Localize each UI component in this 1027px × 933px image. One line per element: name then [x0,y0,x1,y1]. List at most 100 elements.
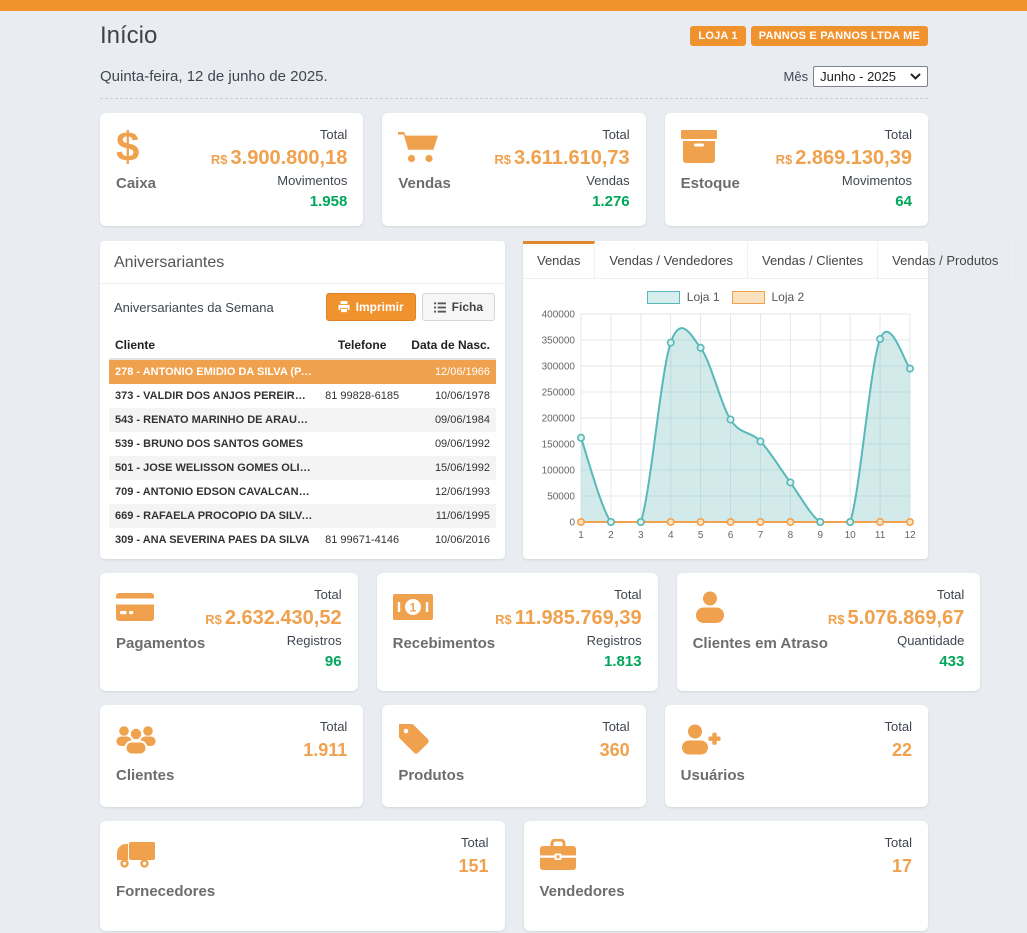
card-produtos[interactable]: Produtos Total 360 [382,705,645,807]
birthdate-cell: 09/06/1984 [405,408,496,432]
sub-value: 64 [776,191,912,214]
top-accent-bar [0,0,1027,11]
tab-vendas-vendedores[interactable]: Vendas / Vendedores [595,241,748,278]
svg-text:1: 1 [578,530,584,541]
sub-value: 433 [828,651,964,674]
total-label: Total [885,718,912,737]
credit-card-icon [116,586,205,628]
phone-cell [319,480,405,504]
month-label: Mês [784,69,809,84]
client-cell: 669 - RAFAELA PROCOPIO DA SILVA CA… [109,504,319,528]
svg-text:6: 6 [728,530,734,541]
svg-text:8: 8 [788,530,794,541]
card-fornecedores[interactable]: Fornecedores Total 151 [100,821,505,931]
page-title: Início [100,22,157,50]
sub-label: Registros [495,632,641,651]
svg-text:2: 2 [608,530,614,541]
store-badge: LOJA 1 [690,26,745,46]
sub-value: 1.276 [494,191,629,214]
total-label: Total [828,586,964,605]
print-button[interactable]: Imprimir [326,293,416,321]
total-value: R$5.076.869,67 [828,605,964,632]
card-usuarios[interactable]: Usuários Total 22 [665,705,928,807]
phone-cell [319,432,405,456]
month-select-value: Junho - 2025 [820,69,896,84]
box-icon [681,126,740,168]
table-row[interactable]: 669 - RAFAELA PROCOPIO DA SILVA CA… 11/06… [109,504,496,528]
birthdays-panel: Aniversariantes Aniversariantes da Seman… [100,241,505,559]
sub-value: 1.958 [211,191,347,214]
company-badge: PANNOS E PANNOS LTDA ME [751,26,928,46]
users-icon [116,718,174,760]
card-clientes-em-atraso[interactable]: Clientes em Atraso Total R$5.076.869,67 … [677,573,981,691]
sub-value: 96 [205,651,341,674]
dashboard: Início LOJA 1 PANNOS E PANNOS LTDA ME Qu… [100,11,928,931]
card-clientes[interactable]: Clientes Total 1.911 [100,705,363,807]
card-pagamentos[interactable]: Pagamentos Total R$2.632.430,52 Registro… [100,573,358,691]
svg-text:350000: 350000 [542,336,576,347]
tab-vendas-clientes[interactable]: Vendas / Clientes [748,241,878,278]
legend-swatch [647,291,680,304]
svg-text:5: 5 [698,530,704,541]
svg-text:4: 4 [668,530,674,541]
col-telefone: Telefone [319,332,405,359]
card-estoque[interactable]: Estoque Total R$2.869.130,39 Movimentos … [665,113,928,226]
tab-vendas[interactable]: Vendas [523,241,595,278]
birthdate-cell: 12/06/1993 [405,480,496,504]
card-caixa[interactable]: $ Caixa Total R$3.900.800,18 Movimentos … [100,113,363,226]
chart-legend: Loja 1 Loja 2 [535,283,916,308]
table-row[interactable]: 501 - JOSE WELISSON GOMES OLIVEIR…15/06/… [109,456,496,480]
total-value: R$2.869.130,39 [776,145,912,172]
ficha-button[interactable]: Ficha [422,293,495,321]
birthdate-cell: 12/06/1966 [405,359,496,384]
month-select[interactable]: Junho - 2025 [813,66,928,87]
birthdate-cell: 10/06/2016 [405,528,496,552]
card-vendas[interactable]: Vendas Total R$3.611.610,73 Vendas 1.276 [382,113,645,226]
list-icon [434,302,446,313]
total-label: Total [211,126,347,145]
col-cliente: Cliente [109,332,319,359]
client-cell: 501 - JOSE WELISSON GOMES OLIVEIR… [109,456,319,480]
tab-vendas-produtos[interactable]: Vendas / Produtos [878,241,1013,278]
total-value: R$11.985.769,39 [495,605,641,632]
truck-icon [116,834,215,876]
tag-icon [398,718,464,760]
client-cell: 539 - BRUNO DOS SANTOS GOMES [109,432,319,456]
card-vendedores[interactable]: Vendedores Total 17 [524,821,929,931]
total-value: 151 [458,853,488,880]
card-title: Pagamentos [116,635,205,652]
total-label: Total [494,126,629,145]
table-row[interactable]: 709 - ANTONIO EDSON CAVALCANTE D…12/06/1… [109,480,496,504]
table-row[interactable]: 309 - ANA SEVERINA PAES DA SILVA81 99671… [109,528,496,552]
table-row[interactable]: 373 - VALDIR DOS ANJOS PEREIRA (AN…81 99… [109,384,496,408]
card-recebimentos[interactable]: 1 Recebimentos Total R$11.985.769,39 Reg… [377,573,658,691]
svg-text:400000: 400000 [542,310,576,321]
briefcase-icon [540,834,625,876]
birthdate-cell: 09/06/1992 [405,432,496,456]
svg-text:300000: 300000 [542,362,576,373]
client-cell: 373 - VALDIR DOS ANJOS PEREIRA (AN… [109,384,319,408]
total-value: R$2.632.430,52 [205,605,341,632]
sub-label: Quantidade [828,632,964,651]
table-row[interactable]: 543 - RENATO MARINHO DE ARAUJO (F… 09/06/… [109,408,496,432]
total-value: 17 [885,853,912,880]
legend-item[interactable]: Loja 1 [647,290,720,304]
client-cell: 543 - RENATO MARINHO DE ARAUJO (F… [109,408,319,432]
table-row[interactable]: 539 - BRUNO DOS SANTOS GOMES 09/06/1992 [109,432,496,456]
svg-text:10: 10 [845,530,857,541]
svg-text:150000: 150000 [542,440,576,451]
total-label: Total [205,586,341,605]
card-title: Vendedores [540,883,625,900]
date-row: Quinta-feira, 12 de junho de 2025. Mês J… [100,66,928,99]
legend-item[interactable]: Loja 2 [732,290,805,304]
total-label: Total [885,834,912,853]
client-cell: 309 - ANA SEVERINA PAES DA SILVA [109,528,319,552]
birthdate-cell: 11/06/1995 [405,504,496,528]
table-row[interactable]: 278 - ANTONIO EMIDIO DA SILVA (PALE…12/0… [109,359,496,384]
chart-tabs: Vendas Vendas / Vendedores Vendas / Clie… [523,241,928,279]
birthdays-table: Cliente Telefone Data de Nasc. 278 - ANT… [109,332,496,552]
total-value: R$3.900.800,18 [211,145,347,172]
svg-text:7: 7 [758,530,764,541]
phone-cell [319,359,405,384]
dollar-icon: $ [116,126,156,168]
